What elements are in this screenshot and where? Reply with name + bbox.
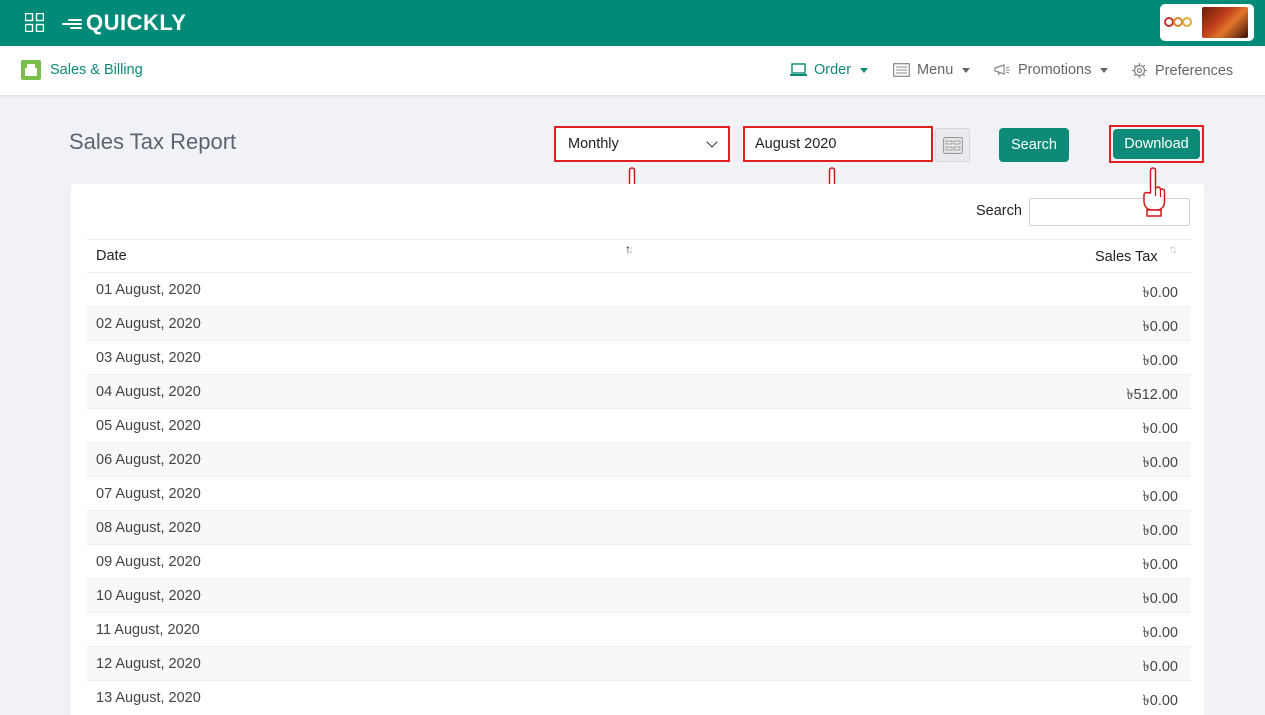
nav-order-label: Order <box>814 62 852 78</box>
row-date: 12 August, 2020 <box>96 656 201 672</box>
menu-list-icon <box>893 63 910 77</box>
row-date: 09 August, 2020 <box>96 554 201 570</box>
app-title-label: Sales & Billing <box>50 62 143 78</box>
row-sales-tax: ৳0.00 <box>1142 591 1178 607</box>
calendar-icon <box>943 137 963 154</box>
row-date: 10 August, 2020 <box>96 588 201 604</box>
row-sales-tax: ৳512.00 <box>1126 387 1178 403</box>
row-date: 11 August, 2020 <box>96 622 200 638</box>
row-sales-tax: ৳0.00 <box>1142 693 1178 709</box>
quickly-logo[interactable]: QUICKLY <box>62 9 186 37</box>
nav-bar: Sales & Billing Order Menu Promotions Pr… <box>0 46 1265 96</box>
row-date: 02 August, 2020 <box>96 316 201 332</box>
period-select[interactable]: Monthly <box>554 126 730 162</box>
cash-register-icon <box>21 60 41 80</box>
search-button[interactable]: Search <box>999 128 1069 162</box>
table-row: 12 August, 2020 ৳0.00 <box>87 647 1191 681</box>
download-highlight: Download <box>1109 125 1204 163</box>
month-input[interactable]: August 2020 <box>743 126 933 162</box>
table-row: 09 August, 2020 ৳0.00 <box>87 545 1191 579</box>
table-row: 01 August, 2020 ৳0.00 <box>87 273 1191 307</box>
nav-preferences-label: Preferences <box>1155 62 1234 79</box>
sort-icon[interactable]: ↑↓ <box>1169 242 1178 256</box>
row-sales-tax: ৳0.00 <box>1142 489 1178 505</box>
row-sales-tax: ৳0.00 <box>1142 659 1178 675</box>
calendar-button[interactable] <box>935 128 970 162</box>
table-row: 05 August, 2020 ৳0.00 <box>87 409 1191 443</box>
laptop-icon <box>790 63 807 76</box>
page-title: Sales Tax Report <box>69 129 237 154</box>
table-row: 11 August, 2020 ৳0.00 <box>87 613 1191 647</box>
restaurant-logo <box>1164 11 1196 35</box>
row-date: 05 August, 2020 <box>96 418 201 434</box>
megaphone-icon <box>994 64 1010 76</box>
table-row: 03 August, 2020 ৳0.00 <box>87 341 1191 375</box>
table-row: 06 August, 2020 ৳0.00 <box>87 443 1191 477</box>
chevron-down-icon <box>860 67 869 73</box>
chevron-down-icon <box>962 67 971 73</box>
row-sales-tax: ৳0.00 <box>1142 353 1178 369</box>
table-row: 13 August, 2020 ৳0.00 <box>87 681 1191 715</box>
month-input-value: August 2020 <box>755 136 837 152</box>
speed-lines-icon <box>62 16 84 30</box>
divider <box>87 239 1191 240</box>
nav-promotions[interactable]: Promotions <box>994 62 1109 78</box>
nav-order[interactable]: Order <box>790 62 869 78</box>
table-row: 08 August, 2020 ৳0.00 <box>87 511 1191 545</box>
row-date: 03 August, 2020 <box>96 350 201 366</box>
gear-icon <box>1132 63 1147 78</box>
nav-menu-label: Menu <box>917 62 954 78</box>
row-sales-tax: ৳0.00 <box>1142 625 1178 641</box>
table-row: 04 August, 2020 ৳512.00 <box>87 375 1191 409</box>
nav-promotions-label: Promotions <box>1018 62 1092 78</box>
nav-menu[interactable]: Menu <box>893 62 971 78</box>
row-date: 01 August, 2020 <box>96 282 201 298</box>
row-sales-tax: ৳0.00 <box>1142 285 1178 301</box>
row-sales-tax: ৳0.00 <box>1142 421 1178 437</box>
apps-grid-icon[interactable] <box>25 13 44 32</box>
sort-asc-icon[interactable]: ↑↓ <box>625 242 634 256</box>
table-search-label: Search <box>976 203 1022 219</box>
table-row: 10 August, 2020 ৳0.00 <box>87 579 1191 613</box>
row-date: 13 August, 2020 <box>96 690 201 706</box>
nav-preferences[interactable]: Preferences <box>1131 62 1233 79</box>
restaurant-photo <box>1202 7 1248 38</box>
brand-name: QUICKLY <box>86 10 187 35</box>
row-sales-tax: ৳0.00 <box>1142 319 1178 335</box>
period-select-value: Monthly <box>568 136 619 152</box>
row-sales-tax: ৳0.00 <box>1142 523 1178 539</box>
chevron-down-icon <box>706 136 718 148</box>
row-date: 08 August, 2020 <box>96 520 201 536</box>
chevron-down-icon <box>1100 67 1109 73</box>
app-title[interactable]: Sales & Billing <box>21 60 143 80</box>
row-sales-tax: ৳0.00 <box>1142 455 1178 471</box>
report-table-card: Search Date ↑↓ Sales Tax ↑↓ 01 August, 2… <box>71 184 1204 715</box>
column-header-sales-tax[interactable]: Sales Tax <box>1095 249 1158 265</box>
download-button[interactable]: Download <box>1113 129 1200 159</box>
row-date: 06 August, 2020 <box>96 452 201 468</box>
table-row: 07 August, 2020 ৳0.00 <box>87 477 1191 511</box>
table-row: 02 August, 2020 ৳0.00 <box>87 307 1191 341</box>
hand-pointer-icon <box>1143 167 1166 217</box>
row-date: 04 August, 2020 <box>96 384 201 400</box>
column-header-date[interactable]: Date <box>96 248 127 264</box>
restaurant-profile[interactable] <box>1160 4 1254 41</box>
row-sales-tax: ৳0.00 <box>1142 557 1178 573</box>
row-date: 07 August, 2020 <box>96 486 201 502</box>
top-bar: QUICKLY <box>0 0 1265 46</box>
